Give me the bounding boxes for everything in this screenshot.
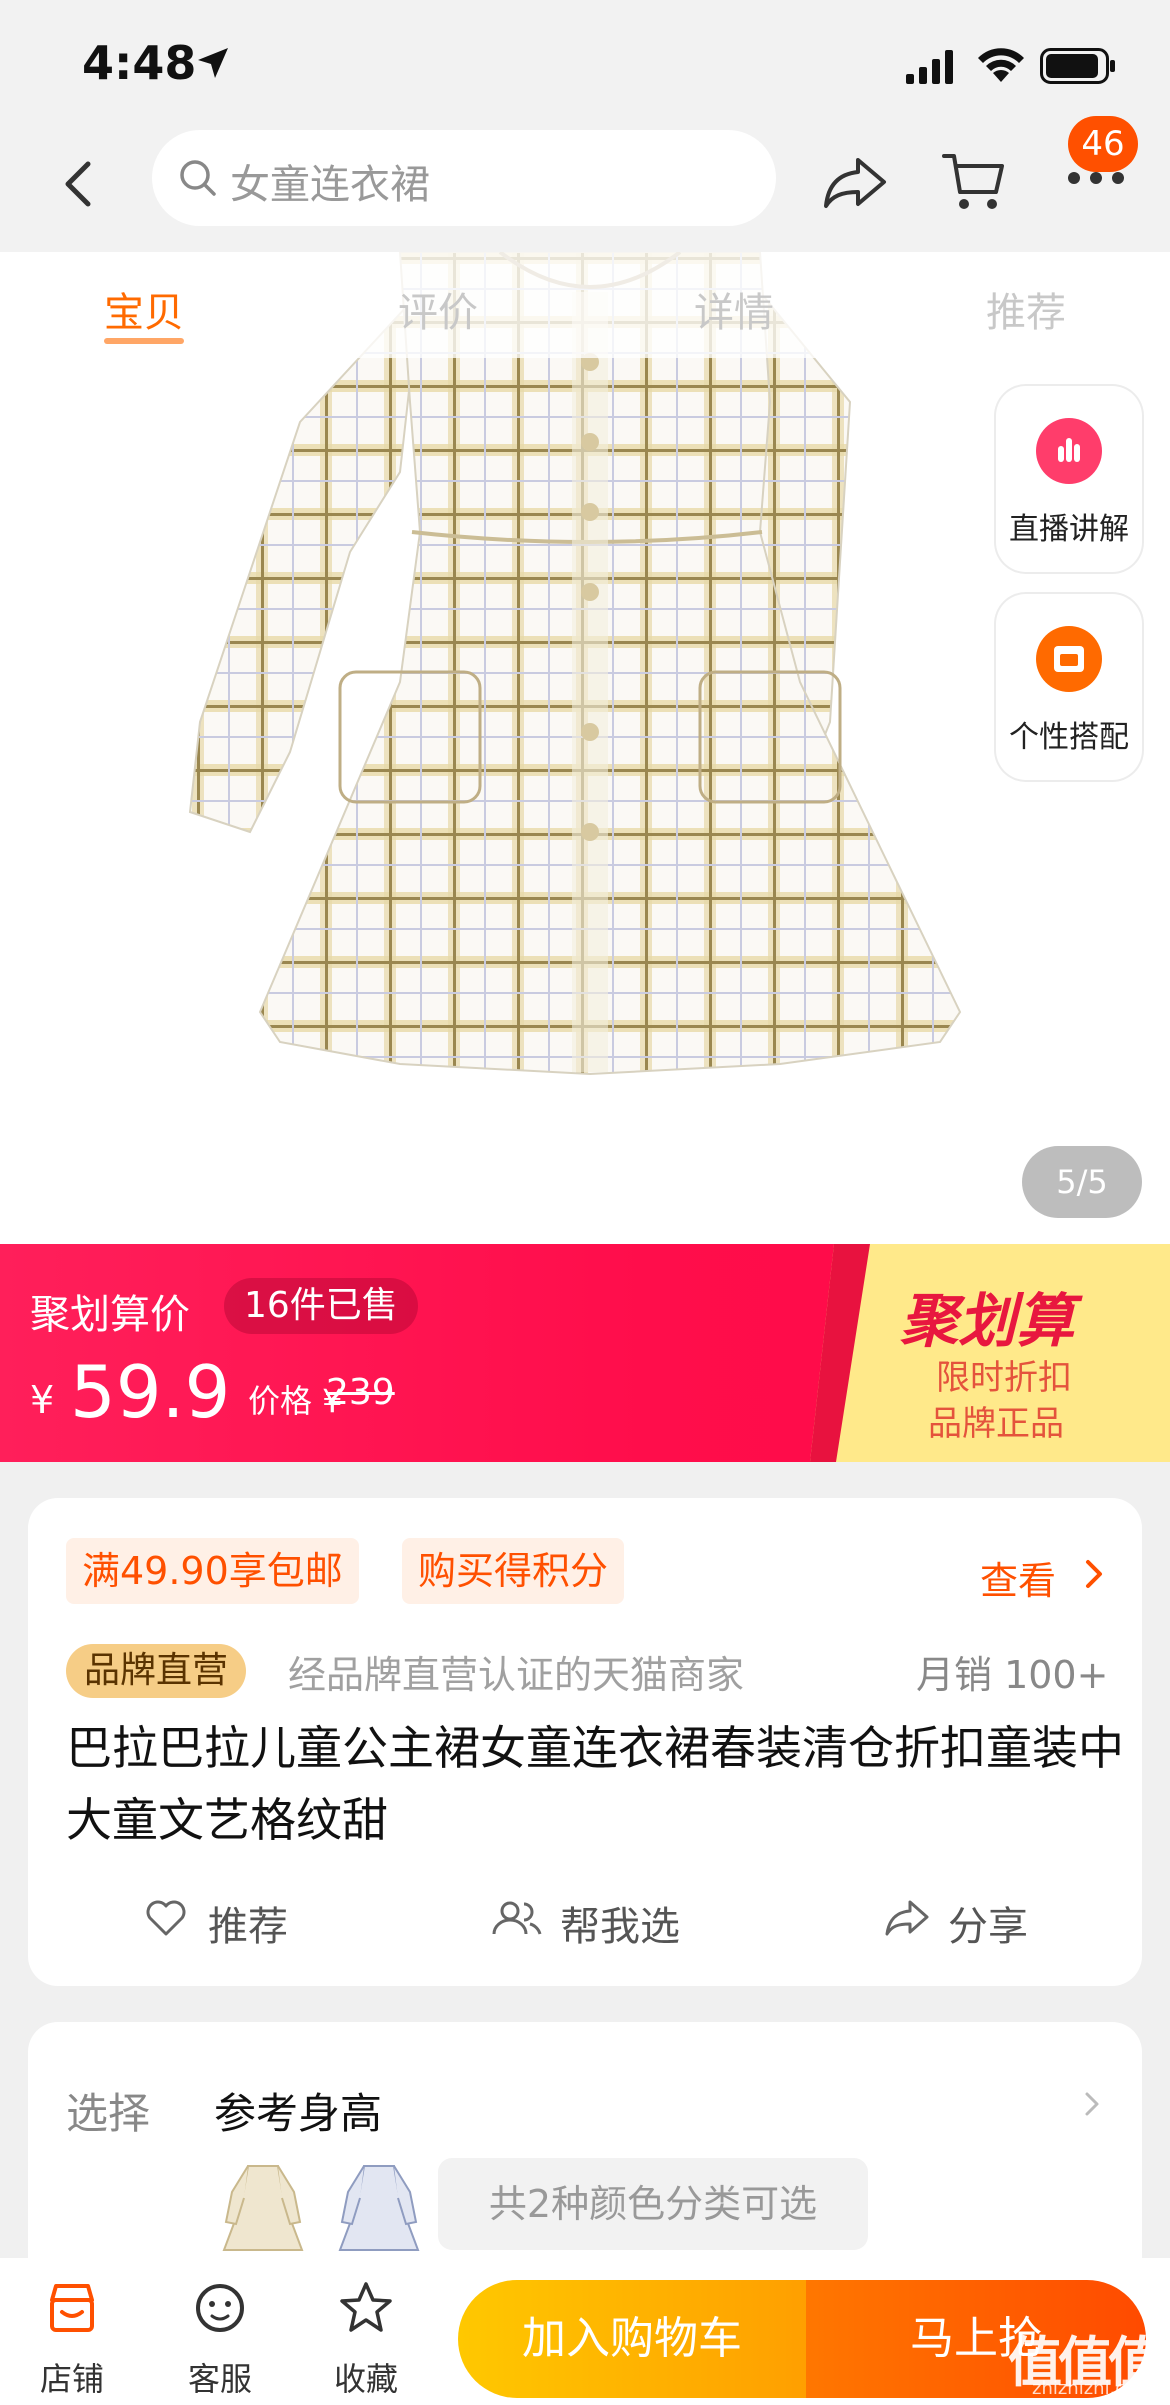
tab-details[interactable]: 详情 bbox=[694, 280, 774, 338]
live-explain-button[interactable]: 直播讲解 bbox=[996, 386, 1142, 572]
juhuasuan-logo-text: 聚划算 bbox=[900, 1287, 1075, 1355]
color-thumbnail-beige[interactable] bbox=[218, 2162, 308, 2258]
free-shipping-chip[interactable]: 满49.90享包邮 bbox=[66, 1538, 359, 1604]
add-to-cart-button[interactable]: 加入购物车 bbox=[458, 2280, 806, 2398]
tab-active-underline bbox=[104, 338, 184, 344]
image-pager: 5/5 bbox=[1022, 1146, 1142, 1218]
product-info-card: 满49.90享包邮 购买得积分 查看 品牌直营 经品牌直营认证的天猫商家 月销 … bbox=[28, 1498, 1142, 1986]
shop-icon bbox=[50, 2284, 94, 2332]
promo-price-label: 聚划算价 bbox=[30, 1292, 190, 1338]
live-explain-label: 直播讲解 bbox=[1009, 512, 1129, 547]
share-label: 分享 bbox=[948, 1904, 1028, 1950]
select-key: 选择 bbox=[66, 2089, 151, 2138]
status-bar: 4:48 bbox=[0, 0, 1170, 130]
watermark-url: zhizhizhi.com bbox=[1032, 2378, 1154, 2399]
select-value: 参考身高 bbox=[214, 2089, 383, 2138]
recommend-action[interactable]: 推荐 bbox=[144, 1894, 304, 1950]
tab-recommend[interactable]: 推荐 bbox=[986, 280, 1066, 338]
top-nav-bar: 女童连衣裙 46 bbox=[0, 116, 1170, 252]
product-detail-page: { "status": { "time": "4:48" }, "nav": {… bbox=[0, 0, 1170, 2405]
search-bar[interactable]: 女童连衣裙 bbox=[152, 130, 776, 226]
product-image-gallery[interactable]: 宝贝 评价 详情 推荐 直播讲解 个性搭配 5/5 bbox=[0, 252, 1170, 1244]
cart-count-badge: 46 bbox=[1068, 116, 1138, 172]
help-me-choose-action[interactable]: 帮我选 bbox=[490, 1894, 690, 1950]
share-icon bbox=[885, 1900, 929, 1936]
share-icon[interactable] bbox=[822, 154, 888, 210]
help-me-choose-label: 帮我选 bbox=[560, 1904, 680, 1950]
tab-label: 详情 bbox=[694, 290, 774, 336]
chevron-right-icon bbox=[1085, 2092, 1099, 2116]
product-photo-plaid-dress bbox=[188, 252, 962, 1076]
view-link[interactable]: 查看 bbox=[980, 1550, 1056, 1605]
brand-direct-description: 经品牌直营认证的天猫商家 bbox=[288, 1653, 745, 1697]
battery-icon bbox=[1040, 48, 1115, 84]
tab-reviews[interactable]: 评价 bbox=[398, 280, 478, 338]
tab-label: 推荐 bbox=[986, 290, 1066, 336]
wifi-icon bbox=[978, 48, 1024, 82]
personal-match-button[interactable]: 个性搭配 bbox=[996, 594, 1142, 780]
promo-price: 59.9 bbox=[70, 1350, 231, 1434]
cellular-signal-icon bbox=[906, 50, 953, 84]
shop-label: 店铺 bbox=[39, 2360, 104, 2398]
recommend-label: 推荐 bbox=[208, 1904, 288, 1950]
color-options-note[interactable]: 共2种颜色分类可选 bbox=[438, 2158, 868, 2250]
original-price: 239 bbox=[326, 1372, 395, 1413]
promo-tagline-1: 限时折扣 bbox=[936, 1358, 1072, 1398]
search-placeholder: 女童连衣裙 bbox=[230, 162, 430, 208]
bottom-action-bar: 店铺 客服 收藏 加入购物车 马上抢 bbox=[0, 2258, 1170, 2405]
heart-icon bbox=[146, 1900, 186, 1936]
brand-direct-tag: 品牌直营 bbox=[66, 1644, 247, 1698]
back-arrow-icon[interactable] bbox=[58, 156, 98, 212]
favorite-label: 收藏 bbox=[333, 2360, 398, 2398]
currency-symbol: ¥ bbox=[30, 1378, 55, 1422]
status-time: 4:48 bbox=[82, 36, 197, 90]
more-dots-icon[interactable] bbox=[1066, 170, 1126, 186]
location-arrow-icon bbox=[198, 48, 228, 78]
share-action[interactable]: 分享 bbox=[884, 1894, 1044, 1950]
cart-icon[interactable] bbox=[940, 148, 1008, 216]
live-icon bbox=[1036, 418, 1102, 484]
search-icon bbox=[180, 160, 216, 196]
people-icon bbox=[492, 1901, 542, 1935]
tab-baobei[interactable]: 宝贝 bbox=[104, 280, 184, 344]
chevron-right-icon bbox=[1086, 1560, 1102, 1588]
outfit-icon bbox=[1036, 626, 1102, 692]
promo-tagline-2: 品牌正品 bbox=[928, 1404, 1064, 1444]
color-thumbnail-blue[interactable] bbox=[334, 2162, 424, 2258]
tab-label: 宝贝 bbox=[104, 290, 184, 336]
personal-match-label: 个性搭配 bbox=[1009, 720, 1129, 755]
tab-label: 评价 bbox=[398, 290, 478, 336]
juhuasuan-price-banner: 聚划算价 16件已售 ¥ 59.9 价格 ¥ 239 聚划算 限时折扣 品牌正品 bbox=[0, 1244, 1170, 1462]
service-label: 客服 bbox=[187, 2360, 252, 2398]
points-chip[interactable]: 购买得积分 bbox=[402, 1538, 625, 1604]
chat-face-icon bbox=[196, 2284, 244, 2332]
star-icon bbox=[340, 2282, 392, 2332]
product-title: 巴拉巴拉儿童公主裙女童连衣裙春装清仓折扣童装中大童文艺格纹甜 bbox=[66, 1721, 1124, 1847]
monthly-sales: 月销 100+ bbox=[916, 1653, 1109, 1697]
sold-count-badge: 16件已售 bbox=[224, 1278, 418, 1334]
section-tabs: 宝贝 评价 详情 推荐 bbox=[0, 252, 1170, 358]
